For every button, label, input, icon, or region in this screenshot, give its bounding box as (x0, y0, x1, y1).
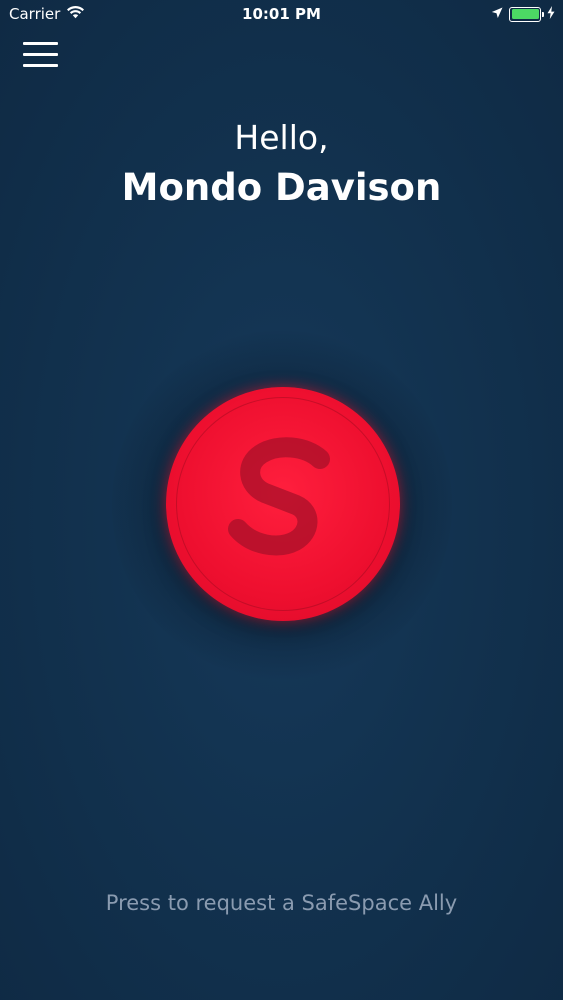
request-hint: Press to request a SafeSpace Ally (105, 891, 458, 915)
battery-icon (509, 6, 544, 22)
menu-line-middle (23, 53, 58, 56)
greeting-hello: Hello, (234, 118, 329, 157)
charging-bolt-icon (547, 5, 555, 23)
battery-cap (542, 11, 544, 17)
status-time: 10:01 PM (242, 5, 321, 23)
menu-line-bottom (23, 64, 58, 67)
status-right (491, 5, 555, 23)
hamburger-menu-icon[interactable] (23, 42, 59, 68)
battery-fill (511, 9, 539, 19)
user-name: Mondo Davison (121, 166, 442, 209)
location-arrow-icon (491, 5, 503, 23)
menu-line-top (23, 42, 58, 45)
status-bar: Carrier 10:01 PM (0, 0, 563, 30)
safespace-s-logo-icon (228, 437, 330, 556)
request-ally-button[interactable] (166, 387, 400, 621)
